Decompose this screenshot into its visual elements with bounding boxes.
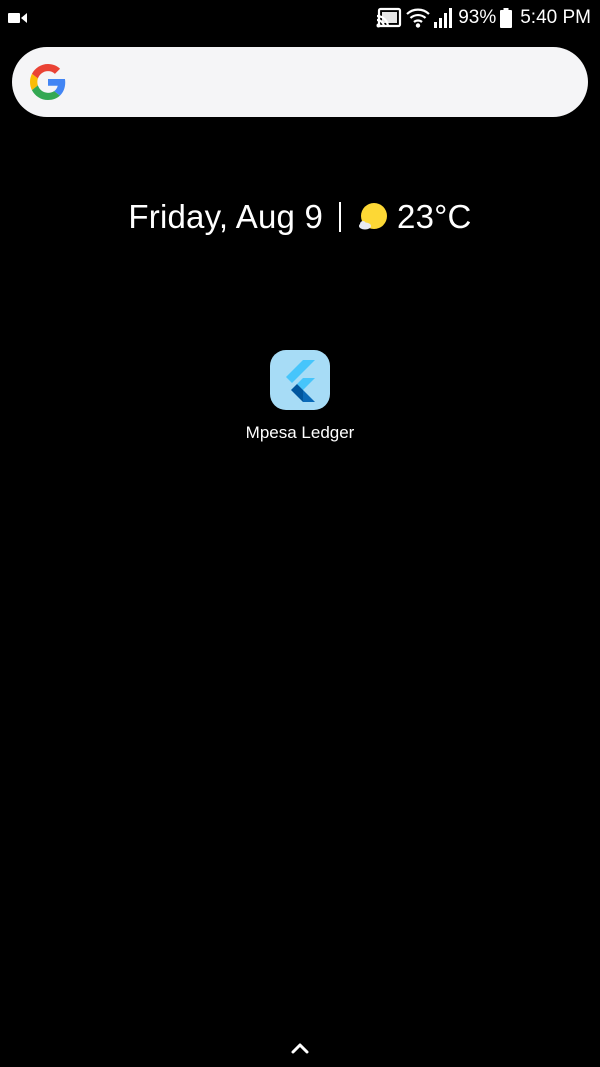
google-search-bar[interactable] [12, 47, 588, 117]
divider [339, 202, 342, 232]
signal-icon [434, 8, 453, 28]
date-label[interactable]: Friday, Aug 9 [128, 198, 323, 236]
battery-icon [500, 8, 513, 28]
status-icons: 93% 5:40 PM [376, 6, 591, 30]
google-g-icon [30, 64, 66, 100]
temperature-label[interactable]: 23°C [397, 198, 472, 236]
wifi-icon [406, 8, 430, 28]
battery-percentage: 93% [458, 7, 497, 28]
app-mpesa-ledger[interactable]: Mpesa Ledger [240, 350, 360, 443]
app-label: Mpesa Ledger [245, 423, 355, 442]
chevron-up-icon[interactable] [288, 1038, 312, 1058]
sunny-cloud-icon[interactable] [357, 201, 389, 233]
cast-icon [376, 7, 402, 28]
status-time: 5:40 PM [520, 7, 591, 28]
flutter-icon [270, 350, 330, 410]
at-a-glance-widget[interactable]: Friday, Aug 9 23°C [0, 192, 600, 242]
home-screen: 93% 5:40 PM Friday, Aug 9 23°C Mpesa Led… [0, 0, 600, 1067]
status-bar: 93% 5:40 PM [0, 0, 600, 36]
video-camera-icon [8, 13, 27, 23]
